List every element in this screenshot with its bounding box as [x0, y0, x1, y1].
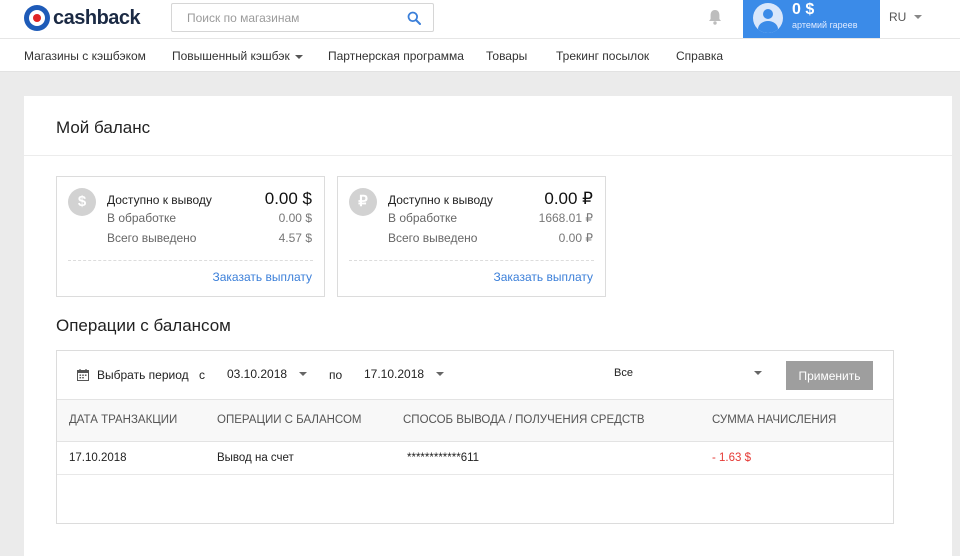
- chevron-down-icon: [754, 371, 762, 375]
- search-input[interactable]: [172, 4, 392, 31]
- nav-boosted-cashback[interactable]: Повышенный кэшбэк: [172, 49, 303, 63]
- withdrawn-row: Всего выведено 0.00 ₽: [388, 231, 593, 245]
- processing-label: В обработке: [388, 211, 458, 225]
- nav-help[interactable]: Справка: [676, 49, 723, 63]
- available-label: Доступно к выводу: [107, 193, 212, 207]
- date-from-select[interactable]: 03.10.2018: [227, 367, 308, 381]
- main-nav: Магазины с кэшбэком Повышенный кэшбэк Па…: [0, 38, 960, 72]
- divider: [349, 260, 594, 261]
- user-account-button[interactable]: 0 $ артемий гареев: [743, 0, 880, 38]
- available-row: Доступно к выводу 0.00 $: [107, 189, 312, 209]
- dollar-icon: $: [68, 188, 96, 216]
- calendar-icon: [77, 369, 89, 381]
- chevron-down-icon: [299, 372, 308, 376]
- nav-partner-program[interactable]: Партнерская программа: [328, 49, 464, 63]
- period-filter: Выбрать период с 03.10.2018 по 17.10.201…: [57, 351, 893, 400]
- request-payout-link[interactable]: Заказать выплату: [212, 270, 312, 284]
- operations-title: Операции с балансом: [56, 316, 231, 335]
- operation-type-select[interactable]: Все: [614, 367, 762, 379]
- column-header-method[interactable]: СПОСОБ ВЫВОДА / ПОЛУЧЕНИЯ СРЕДСТВ: [403, 414, 645, 426]
- column-header-operation[interactable]: ОПЕРАЦИИ С БАЛАНСОМ: [217, 414, 362, 426]
- balance-card-usd: $ Доступно к выводу 0.00 $ В обработке 0…: [56, 176, 325, 297]
- processing-value: 0.00 $: [278, 211, 312, 225]
- withdrawn-value: 0.00 ₽: [558, 231, 593, 245]
- page-title: Мой баланс: [56, 118, 151, 137]
- search-icon[interactable]: [407, 11, 421, 25]
- chevron-down-icon: [914, 15, 923, 19]
- withdrawn-value: 4.57 $: [278, 231, 312, 245]
- processing-row: В обработке 1668.01 ₽: [388, 211, 593, 225]
- date-from-value: 03.10.2018: [227, 367, 288, 381]
- avatar: [753, 3, 783, 33]
- search-box: [171, 3, 434, 32]
- column-header-date[interactable]: ДАТА ТРАНЗАКЦИИ: [69, 414, 177, 426]
- logo-icon: [24, 5, 50, 31]
- available-value: 0.00 ₽: [544, 189, 593, 208]
- processing-label: В обработке: [107, 211, 177, 225]
- processing-value: 1668.01 ₽: [538, 211, 593, 225]
- withdrawn-label: Всего выведено: [107, 231, 197, 245]
- chevron-down-icon: [436, 372, 445, 376]
- column-header-amount[interactable]: СУММА НАЧИСЛЕНИЯ: [712, 414, 836, 426]
- user-name: артемий гареев: [792, 20, 858, 30]
- row-date: 17.10.2018: [69, 452, 127, 464]
- user-balance: 0 $: [792, 1, 815, 18]
- available-value: 0.00 $: [264, 189, 312, 208]
- processing-row: В обработке 0.00 $: [107, 211, 312, 225]
- date-to-select[interactable]: 17.10.2018: [364, 367, 445, 381]
- nav-stores[interactable]: Магазины с кэшбэком: [24, 49, 146, 63]
- top-header: cashback 0 $ артемий гареев RU: [0, 0, 960, 38]
- balance-panel: Мой баланс $ Доступно к выводу 0.00 $ В …: [24, 96, 952, 556]
- apply-button[interactable]: Применить: [786, 361, 873, 390]
- divider: [68, 260, 313, 261]
- withdrawn-row: Всего выведено 4.57 $: [107, 231, 312, 245]
- available-row: Доступно к выводу 0.00 ₽: [388, 189, 593, 209]
- table-row: 17.10.2018 Вывод на счет ************611…: [57, 442, 893, 475]
- row-amount: - 1.63 $: [712, 452, 751, 464]
- date-to-value: 17.10.2018: [364, 367, 425, 381]
- period-label: Выбрать период: [97, 368, 189, 382]
- operations-table: Выбрать период с 03.10.2018 по 17.10.201…: [56, 350, 894, 524]
- row-method: ************611: [407, 452, 480, 464]
- language-label: RU: [889, 10, 907, 24]
- divider: [24, 155, 952, 156]
- operation-type-value: Все: [614, 367, 633, 379]
- logo-text: cashback: [53, 6, 141, 29]
- bell-icon[interactable]: [708, 9, 722, 25]
- table-header: ДАТА ТРАНЗАКЦИИ ОПЕРАЦИИ С БАЛАНСОМ СПОС…: [57, 400, 893, 442]
- withdrawn-label: Всего выведено: [388, 231, 478, 245]
- request-payout-link[interactable]: Заказать выплату: [493, 270, 593, 284]
- row-operation: Вывод на счет: [217, 452, 294, 464]
- logo[interactable]: cashback: [24, 4, 141, 32]
- available-label: Доступно к выводу: [388, 193, 493, 207]
- nav-tracking[interactable]: Трекинг посылок: [556, 49, 649, 63]
- ruble-icon: ₽: [349, 188, 377, 216]
- chevron-down-icon: [294, 54, 303, 59]
- to-label: по: [329, 368, 343, 382]
- language-selector[interactable]: RU: [889, 10, 923, 24]
- from-label: с: [199, 368, 205, 382]
- balance-card-rub: ₽ Доступно к выводу 0.00 ₽ В обработке 1…: [337, 176, 606, 297]
- nav-products[interactable]: Товары: [486, 49, 527, 63]
- nav-boosted-cashback-label: Повышенный кэшбэк: [172, 49, 290, 63]
